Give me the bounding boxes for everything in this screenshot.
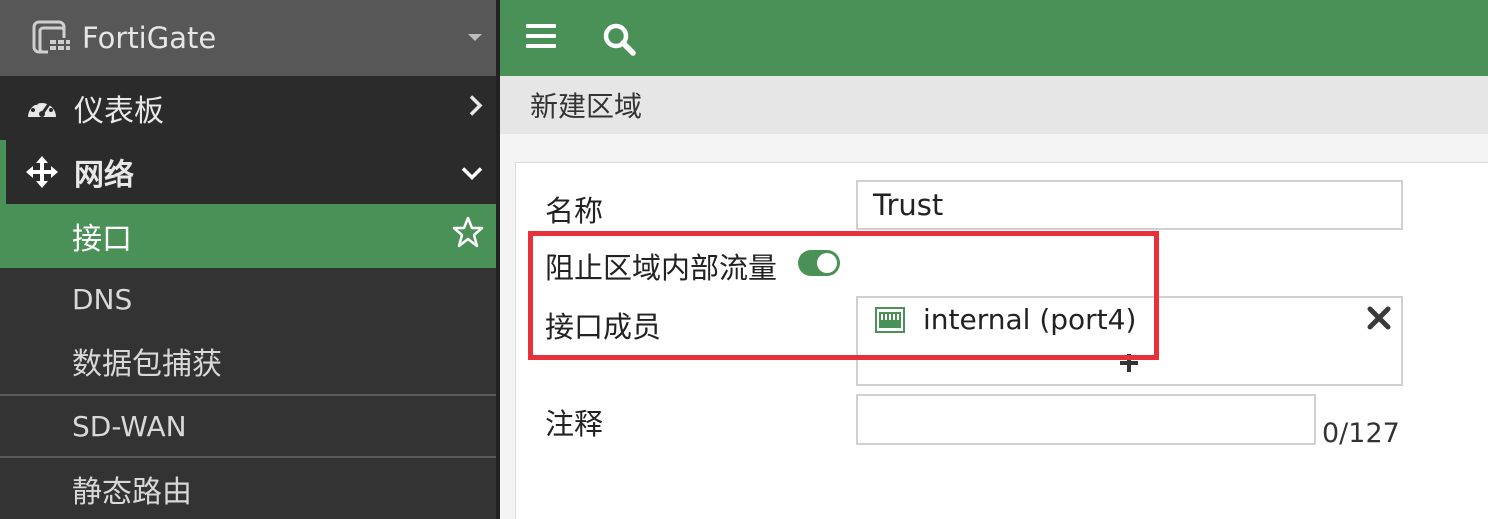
comment-label: 注释 bbox=[545, 407, 604, 441]
top-bar bbox=[500, 0, 1488, 76]
hamburger-menu-icon[interactable] bbox=[526, 24, 556, 50]
comment-textarea[interactable] bbox=[856, 394, 1316, 445]
sidebar-item-interfaces[interactable]: 接口 bbox=[0, 204, 500, 268]
highlight-box bbox=[528, 231, 1159, 360]
sidebar-item-label: 仪表板 bbox=[74, 94, 164, 129]
move-arrows-icon bbox=[24, 154, 60, 190]
sidebar-item-label: DNS bbox=[72, 282, 133, 316]
brand-header[interactable]: FortiGate bbox=[0, 0, 500, 76]
star-icon[interactable] bbox=[452, 216, 484, 256]
sidebar-item-dns[interactable]: DNS bbox=[0, 268, 500, 330]
sidebar-item-packet-capture[interactable]: 数据包捕获 bbox=[0, 330, 500, 392]
sidebar-item-label: 网络 bbox=[74, 158, 134, 193]
search-icon[interactable] bbox=[600, 20, 640, 60]
chevron-down-icon[interactable] bbox=[468, 34, 482, 41]
sidebar-item-label: SD-WAN bbox=[72, 409, 187, 443]
close-icon[interactable] bbox=[1366, 305, 1392, 331]
page-title: 新建区域 bbox=[500, 76, 1488, 134]
brand-title: FortiGate bbox=[82, 21, 217, 55]
sidebar-item-label: 静态路由 bbox=[72, 474, 192, 510]
fortigate-logo-icon bbox=[32, 18, 74, 58]
sidebar-item-label: 接口 bbox=[72, 222, 132, 257]
chevron-right-icon bbox=[468, 91, 484, 126]
sidebar: FortiGate 仪表板 网络 接口 DNS 数据包捕获 SD-WAN 静态路… bbox=[0, 0, 500, 519]
sidebar-item-sd-wan[interactable]: SD-WAN bbox=[0, 394, 500, 456]
sidebar-item-static-routes[interactable]: 静态路由 bbox=[0, 456, 500, 519]
comment-char-counter: 0/127 bbox=[1322, 418, 1400, 449]
chevron-down-icon bbox=[460, 155, 484, 190]
sidebar-item-network[interactable]: 网络 bbox=[0, 140, 500, 204]
name-label: 名称 bbox=[545, 194, 604, 228]
name-input[interactable]: Trust bbox=[856, 180, 1403, 230]
sidebar-item-dashboard[interactable]: 仪表板 bbox=[0, 76, 500, 140]
sidebar-item-label: 数据包捕获 bbox=[72, 347, 222, 382]
dashboard-icon bbox=[24, 90, 60, 126]
